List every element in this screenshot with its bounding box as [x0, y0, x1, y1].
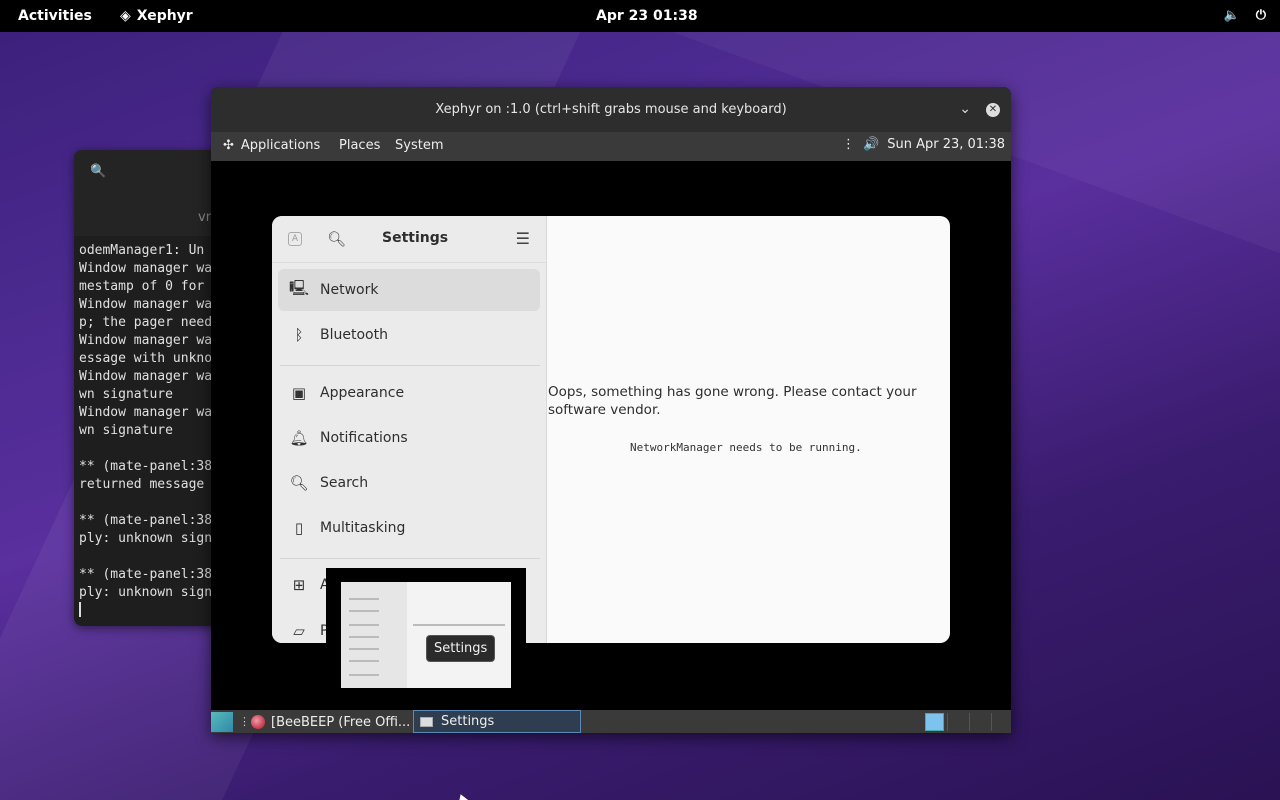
- sidebar-divider: [280, 558, 540, 559]
- terminal-line: wn signature: [79, 387, 173, 402]
- terminal-line: ** (mate-panel:38: [79, 459, 213, 474]
- window-icon: A: [288, 232, 302, 246]
- bell-icon: 🔔︎: [289, 429, 309, 447]
- search-icon[interactable]: 🔍: [90, 164, 106, 179]
- terminal-line: Window manager wa: [79, 261, 213, 276]
- terminal-line: Window manager wa: [79, 297, 213, 312]
- sidebar-item-multitasking[interactable]: ▯ Multitasking: [278, 507, 540, 549]
- error-detail: NetworkManager needs to be running.: [630, 441, 862, 454]
- workspace-2[interactable]: [947, 713, 967, 731]
- search-button[interactable]: 🔍︎: [327, 230, 346, 248]
- sidebar-item-search[interactable]: 🔍︎ Search: [278, 462, 540, 504]
- sidebar-divider: [280, 365, 540, 366]
- xephyr-window[interactable]: Xephyr on :1.0 (ctrl+shift grabs mouse a…: [211, 87, 1011, 733]
- terminal-line: ** (mate-panel:38: [79, 513, 213, 528]
- applications-label: Applications: [240, 138, 321, 153]
- bluetooth-icon: ᛒ: [294, 326, 304, 344]
- terminal-line: mestamp of 0 for: [79, 279, 205, 294]
- mate-bottom-panel: ⋮ [BeeBEEP (Free Offi... Settings: [211, 710, 1011, 733]
- sidebar-item-label: Notifications: [320, 430, 408, 446]
- tooltip: Settings: [426, 635, 496, 662]
- power-icon: ⏻: [1255, 8, 1266, 23]
- terminal-output[interactable]: odemManager1: Un Window manager wa mestamp…: [79, 242, 212, 623]
- places-menu[interactable]: Places: [339, 138, 380, 153]
- terminal-line: wn signature: [79, 423, 173, 438]
- terminal-cursor: [79, 602, 86, 617]
- terminal-line: essage with unkno: [79, 351, 213, 366]
- activities-button[interactable]: Activities: [18, 8, 92, 24]
- volume-icon: 🔈: [1223, 8, 1240, 23]
- privacy-icon: ▱: [293, 622, 305, 640]
- network-icon: 🖳: [288, 278, 309, 297]
- settings-header: A 🔍︎ Settings ☰: [272, 216, 546, 263]
- terminal-line: Window manager wa: [79, 333, 213, 348]
- taskbar-item-label: [BeeBEEP (Free Offi...: [271, 714, 411, 730]
- chevron-down-icon[interactable]: ⌄: [959, 87, 971, 132]
- mate-top-panel: ✣ Applications Places System ⋮ 🔊 Sun Apr…: [211, 132, 1011, 161]
- sidebar-item-label: Appearance: [320, 385, 405, 401]
- clock[interactable]: Apr 23 01:38: [596, 8, 698, 24]
- taskbar-item-settings[interactable]: Settings: [413, 710, 581, 733]
- gnome-top-bar: Activities ◈ Xephyr Apr 23 01:38 🔈 ⏻: [0, 0, 1280, 32]
- terminal-line: Window manager wa: [79, 405, 213, 420]
- sidebar-item-label: Multitasking: [320, 520, 406, 536]
- multitasking-icon: ▯: [294, 519, 304, 537]
- app-menu-label: Xephyr: [136, 8, 193, 24]
- panel-handle-icon[interactable]: ⋮: [239, 715, 250, 728]
- app-menu[interactable]: ◈ Xephyr: [120, 8, 193, 24]
- mate-logo-icon: ✣: [223, 138, 234, 153]
- show-desktop-icon[interactable]: [211, 712, 233, 732]
- volume-icon[interactable]: 🔊: [863, 137, 879, 152]
- terminal-line: returned message: [79, 477, 205, 492]
- sidebar-item-network[interactable]: 🖳 Network: [278, 269, 540, 311]
- sidebar-item-label: Search: [320, 475, 369, 491]
- appearance-icon: ▣: [291, 384, 307, 402]
- window-title: Xephyr on :1.0 (ctrl+shift grabs mouse a…: [435, 102, 787, 117]
- terminal-line: ** (mate-panel:38: [79, 567, 213, 582]
- firefox-icon: [251, 715, 265, 729]
- sidebar-item-bluetooth[interactable]: ᛒ Bluetooth: [278, 314, 540, 356]
- error-message: Oops, something has gone wrong. Please c…: [548, 384, 917, 418]
- terminal-header: 🔍 vn: [74, 150, 224, 236]
- terminal-line: p; the pager need: [79, 315, 213, 330]
- settings-title: Settings: [382, 230, 449, 246]
- panel-handle-icon[interactable]: ⋮: [842, 137, 855, 152]
- terminal-line: Window manager wa: [79, 369, 213, 384]
- system-tray[interactable]: 🔈 ⏻: [1224, 8, 1266, 23]
- hamburger-menu-icon[interactable]: ☰: [516, 229, 530, 248]
- window-preview[interactable]: [326, 568, 526, 688]
- taskbar-item-label: Settings: [441, 714, 495, 729]
- sidebar-item-label: Network: [320, 282, 379, 298]
- applications-menu[interactable]: ✣ Applications: [223, 138, 320, 153]
- search-icon: 🔍︎: [289, 474, 309, 492]
- panel-tray: ⋮ 🔊 Sun Apr 23, 01:38: [842, 137, 1005, 152]
- sidebar-item-label: Bluetooth: [320, 327, 388, 343]
- taskbar-item-beebeep[interactable]: [BeeBEEP (Free Offi...: [251, 712, 410, 732]
- window-icon: [420, 716, 433, 727]
- settings-content: Oops, something has gone wrong. Please c…: [548, 216, 950, 643]
- close-icon[interactable]: ✕: [986, 103, 1000, 117]
- workspace-1[interactable]: [925, 713, 944, 731]
- terminal-line: odemManager1: Un: [79, 243, 205, 258]
- xephyr-titlebar[interactable]: Xephyr on :1.0 (ctrl+shift grabs mouse a…: [211, 87, 1011, 132]
- terminal-line: ply: unknown sign: [79, 585, 213, 600]
- system-menu[interactable]: System: [395, 138, 443, 153]
- sidebar-item-appearance[interactable]: ▣ Appearance: [278, 372, 540, 414]
- workspace-3[interactable]: [969, 713, 989, 731]
- apps-icon: ⊞: [292, 576, 306, 594]
- workspace-4[interactable]: [991, 713, 1011, 731]
- terminal-line: ply: unknown sign: [79, 531, 213, 546]
- xephyr-app-icon: ◈: [120, 8, 131, 24]
- mouse-pointer-icon: [455, 792, 469, 800]
- terminal-window[interactable]: 🔍 vn odemManager1: Un Window manager wa me…: [74, 150, 224, 626]
- sidebar-item-notifications[interactable]: 🔔︎ Notifications: [278, 417, 540, 459]
- panel-clock[interactable]: Sun Apr 23, 01:38: [887, 137, 1005, 152]
